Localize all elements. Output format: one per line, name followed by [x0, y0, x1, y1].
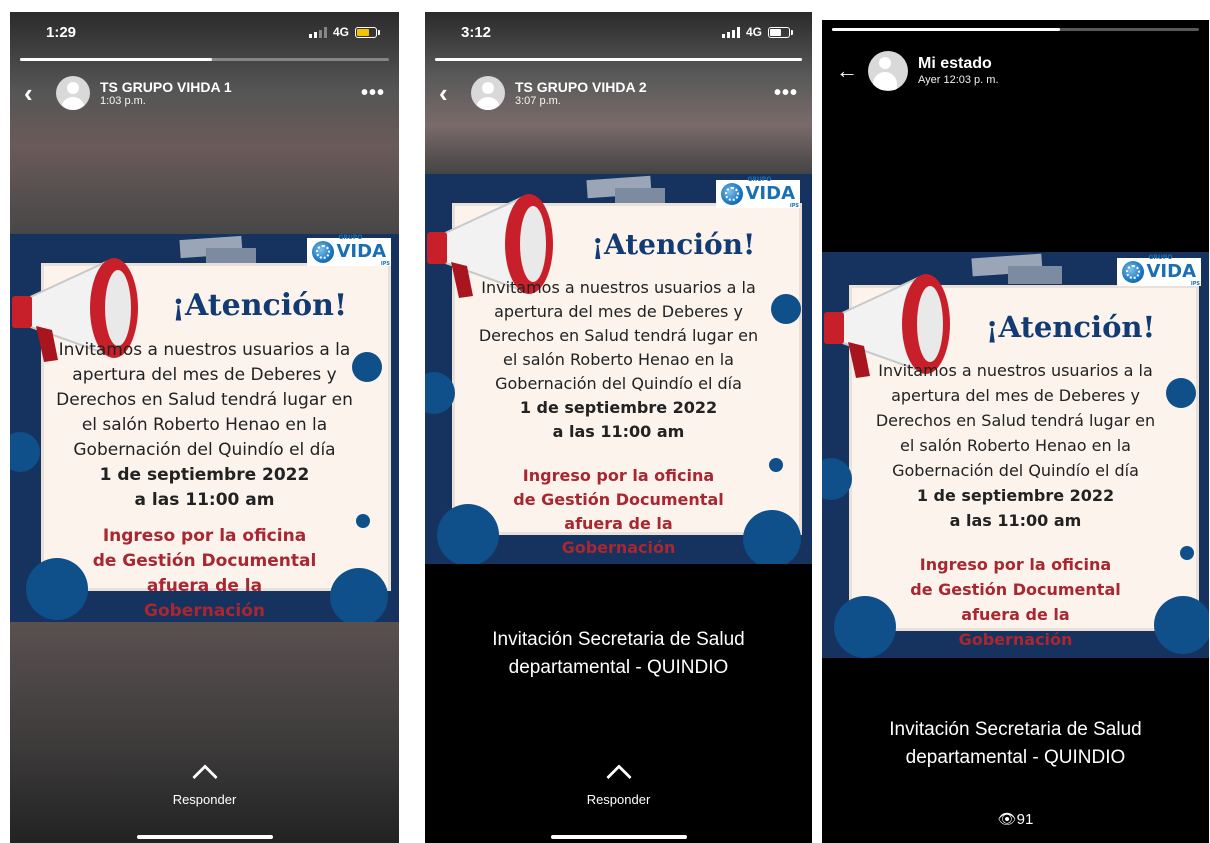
- poster-date: 1 de septiembre 2022: [916, 486, 1115, 505]
- home-indicator[interactable]: [136, 835, 273, 839]
- home-indicator[interactable]: [550, 835, 687, 839]
- status-clock: 3:12: [461, 23, 492, 41]
- back-chevron-icon[interactable]: ‹: [24, 80, 48, 106]
- story-header: ‹ TS GRUPO VIHDA 2 3:07 p.m. •••: [425, 70, 812, 116]
- avatar[interactable]: [868, 51, 908, 91]
- battery-icon: [768, 26, 793, 38]
- blurred-background: [10, 622, 399, 843]
- poster-title: ¡Atención!: [985, 310, 1156, 344]
- story-progress-bar: [20, 58, 389, 61]
- reply-label: Responder: [172, 792, 237, 807]
- poster-time: a las 11:00 am: [134, 490, 275, 510]
- poster-date: 1 de septiembre 2022: [519, 398, 718, 417]
- reply-label: Responder: [586, 792, 651, 807]
- avatar[interactable]: [56, 76, 90, 110]
- post-time: 3:07 p.m.: [515, 94, 561, 107]
- status-bar: 3:12 4G: [425, 12, 812, 52]
- post-time: Ayer 12:03 p. m.: [918, 73, 999, 86]
- view-count[interactable]: 👁︎91: [822, 810, 1209, 828]
- avatar[interactable]: [471, 76, 505, 110]
- story-caption: Invitación Secretaria de Salud departame…: [492, 629, 745, 678]
- poster-time: a las 11:00 am: [949, 511, 1082, 530]
- story-screen-2: 3:12 4G ‹ TS GRUPO VIHDA 2 3:07 p.m. •••: [425, 12, 812, 843]
- network-type: 4G: [332, 25, 349, 39]
- brand-logo: GRUPO VIDA IPS: [1116, 255, 1201, 287]
- story-header: ‹ TS GRUPO VIHDA 1 1:03 p.m. •••: [10, 70, 399, 116]
- chevron-up-icon: [191, 764, 218, 790]
- back-chevron-icon[interactable]: ‹: [439, 80, 463, 106]
- story-caption: Invitación Secretaria de Salud departame…: [889, 719, 1142, 768]
- eye-icon: 👁︎: [997, 811, 1017, 828]
- story-image: GRUPO VIDA IPS ¡Atención! Invitamos a nues…: [425, 174, 812, 564]
- decorative-shape: [1008, 266, 1062, 284]
- back-arrow-icon[interactable]: ←: [836, 60, 860, 82]
- story-screen-3: ← Mi estado Ayer 12:03 p. m. GRUPO VIDA IP…: [822, 20, 1209, 843]
- signal-icon: [308, 26, 327, 38]
- poster-date: 1 de septiembre 2022: [99, 465, 310, 485]
- more-options-icon[interactable]: •••: [774, 82, 798, 105]
- story-screen-1: 1:29 4G ‹ TS GRUPO VIHDA 1 1:03 p.m. •••: [10, 12, 399, 843]
- status-clock: 1:29: [46, 23, 77, 41]
- story-header: ← Mi estado Ayer 12:03 p. m.: [822, 48, 1209, 94]
- poster-title: ¡Atención!: [591, 228, 756, 261]
- reply-button[interactable]: Responder: [10, 764, 399, 807]
- battery-icon: [355, 26, 380, 38]
- brand-logo: GRUPO VIDA IPS: [715, 177, 800, 209]
- story-progress-bar: [435, 58, 802, 61]
- network-type: 4G: [745, 25, 762, 39]
- poster-title: ¡Atención!: [171, 288, 348, 323]
- poster-time: a las 11:00 am: [552, 422, 685, 441]
- story-image: GRUPO VIDA IPS ¡Atención! Invitamos a nues…: [822, 252, 1209, 658]
- chevron-up-icon: [605, 764, 632, 790]
- post-time: 1:03 p.m.: [100, 94, 146, 107]
- poster-entry-note: Ingreso por la oficina de Gestión Docume…: [910, 555, 1121, 649]
- contact-name[interactable]: Mi estado: [918, 55, 1195, 73]
- poster-entry-note: Ingreso por la oficina de Gestión Docume…: [513, 466, 724, 557]
- reply-button[interactable]: Responder: [425, 764, 812, 807]
- poster-body: Invitamos a nuestros usuarios a la apert…: [822, 358, 1209, 533]
- poster-body: Invitamos a nuestros usuarios a la apert…: [10, 338, 399, 513]
- contact-name[interactable]: TS GRUPO VIHDA 1: [100, 79, 361, 95]
- story-image: GRUPO VIDA IPS ¡Atención! Invitamos a nues…: [10, 234, 399, 622]
- decorative-shape: [206, 248, 256, 264]
- status-bar: 1:29 4G: [10, 12, 399, 52]
- more-options-icon[interactable]: •••: [361, 82, 385, 105]
- decorative-shape: [615, 188, 665, 204]
- brand-logo: GRUPO VIDA IPS: [306, 235, 391, 267]
- story-progress-bar: [832, 28, 1199, 31]
- poster-entry-note: Ingreso por la oficina de Gestión Docume…: [92, 526, 317, 621]
- contact-name[interactable]: TS GRUPO VIHDA 2: [515, 79, 774, 95]
- poster-body: Invitamos a nuestros usuarios a la apert…: [425, 276, 812, 444]
- signal-icon: [721, 26, 740, 38]
